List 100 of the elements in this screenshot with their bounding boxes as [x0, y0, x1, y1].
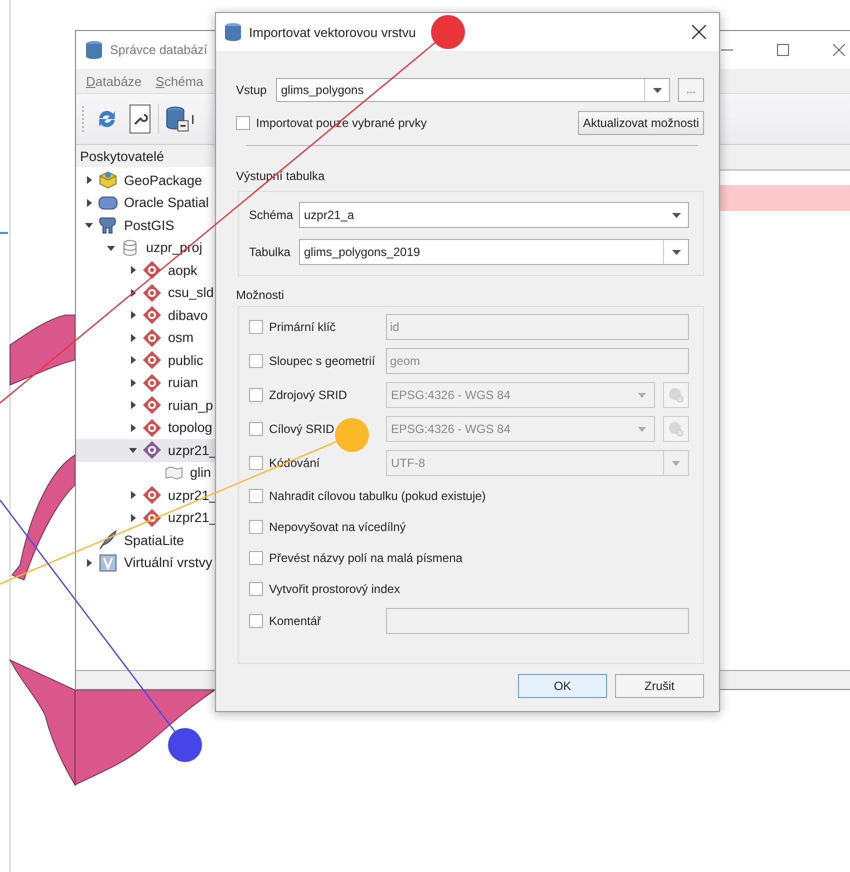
- tree-item[interactable]: PostGIS: [76, 214, 217, 236]
- expand-arrow-icon[interactable]: [128, 422, 138, 433]
- database-import-icon: [165, 105, 189, 133]
- toolbar-button[interactable]: I: [163, 103, 197, 135]
- group-title: Možnosti: [236, 288, 286, 302]
- diamond-icon: [142, 485, 162, 506]
- diamond-icon: [142, 440, 162, 460]
- expand-arrow-icon[interactable]: [128, 512, 138, 523]
- checkbox[interactable]: [249, 520, 263, 534]
- dialog-button[interactable]: Zrušit: [615, 674, 704, 698]
- dialog-title: Importovat vektorovou vrstvu: [249, 24, 416, 40]
- tree-item[interactable]: uzpr21_: [76, 506, 217, 529]
- diamond-icon: [142, 305, 162, 326]
- option-label: Převést názvy polí na malá písmena: [269, 550, 462, 564]
- diamond-icon: [142, 260, 162, 280]
- menu-item[interactable]: Databáze: [86, 74, 142, 88]
- map-polygon: [10, 314, 76, 386]
- dropdown-arrow-icon: [672, 460, 680, 466]
- dropdown-arrow-icon: [638, 392, 646, 398]
- tree-item[interactable]: osm: [76, 326, 217, 349]
- document-wrench-icon: [128, 104, 152, 134]
- diamond-icon: [142, 372, 162, 393]
- minimize-icon: [721, 49, 733, 51]
- expand-arrow-icon[interactable]: [128, 310, 138, 320]
- dialog-button[interactable]: OK: [518, 674, 607, 698]
- option-label: Nahradit cílovou tabulku (pokud existuje): [269, 488, 486, 502]
- diamond-icon: [142, 418, 162, 438]
- expand-arrow-icon[interactable]: [84, 558, 94, 568]
- window-title: Správce databází: [110, 43, 208, 57]
- dropdown-arrow-icon: [638, 426, 646, 432]
- tree-item-label: uzpr21_: [168, 510, 217, 526]
- expand-arrow-icon[interactable]: [84, 175, 94, 186]
- dropdown-arrow-icon: [672, 212, 680, 218]
- option-label: Vytvořit prostorový index: [269, 582, 400, 596]
- expand-arrow-icon[interactable]: [128, 378, 138, 388]
- tree-item[interactable]: Oracle Spatial: [76, 192, 217, 214]
- dropdown-arrow-icon: [672, 250, 680, 254]
- diamond-icon: [142, 350, 162, 370]
- tree-item-label: glin: [190, 465, 212, 480]
- diamond-icon: [142, 508, 162, 528]
- option-label: Primární klíč: [269, 320, 336, 334]
- tree-item[interactable]: dibavo: [76, 304, 217, 326]
- box-icon: [98, 170, 118, 190]
- checkbox[interactable]: [249, 550, 263, 564]
- expand-arrow-icon[interactable]: [128, 355, 138, 366]
- tree-item[interactable]: topolog: [76, 416, 217, 439]
- tree-item-label: public: [168, 352, 204, 368]
- tree-item-label: uzpr21_: [168, 442, 217, 458]
- tree-item[interactable]: Virtuální vrstvy: [76, 552, 217, 574]
- tree-item-label: ruian: [168, 375, 198, 390]
- table-dropdown[interactable]: glims_polygons_2019: [299, 239, 689, 265]
- expand-arrow-icon[interactable]: [84, 198, 94, 208]
- collapse-arrow-icon[interactable]: [84, 220, 94, 230]
- option-label: Komentář: [269, 614, 322, 628]
- tree-item-label: dibavo: [168, 308, 208, 323]
- field-label: Vstup: [236, 83, 268, 97]
- tree-item-label: Virtuální vrstvy: [124, 555, 212, 570]
- checkbox[interactable]: [249, 582, 263, 596]
- expand-arrow-icon[interactable]: [128, 265, 138, 276]
- expand-arrow-icon[interactable]: [128, 490, 138, 500]
- expand-arrow-icon[interactable]: [128, 400, 138, 410]
- tree-item[interactable]: csu_sld: [76, 282, 217, 304]
- tree-item-label: SpatiaLite: [124, 532, 184, 548]
- menu-item[interactable]: Schéma: [156, 74, 204, 88]
- tree-item[interactable]: SpatiaLite: [76, 529, 217, 552]
- close-icon: [833, 44, 845, 56]
- dropdown-arrow-icon: [652, 88, 662, 92]
- tree-item[interactable]: uzpr21_: [76, 439, 217, 462]
- tree-item-label: PostGIS: [124, 218, 174, 233]
- database-icon: [224, 22, 242, 42]
- diamond-icon: [142, 282, 162, 303]
- tree-item[interactable]: glin: [76, 462, 217, 484]
- panel-header: Poskytovatelé: [79, 148, 166, 166]
- diamond-icon: [142, 328, 162, 348]
- field-label: Schéma: [249, 208, 294, 222]
- tree-item-label: topolog: [168, 420, 212, 436]
- field-label: Tabulka: [249, 245, 292, 259]
- diamond-icon: [142, 395, 162, 416]
- browse-button[interactable]: ...: [678, 78, 704, 102]
- tree-item[interactable]: GeoPackage: [76, 169, 217, 192]
- update-options-button[interactable]: Aktualizovat možnosti: [578, 111, 704, 135]
- close-icon: [692, 25, 706, 39]
- layer-icon: [98, 552, 118, 573]
- tree-item-label: Oracle Spatial: [124, 195, 209, 210]
- tree-item[interactable]: ruian: [76, 372, 217, 394]
- expand-arrow-icon[interactable]: [128, 332, 138, 343]
- option-label: Zdrojový SRID: [269, 388, 348, 402]
- collapse-arrow-icon[interactable]: [128, 445, 138, 456]
- tree-item-label: osm: [168, 330, 194, 346]
- checkbox[interactable]: [249, 488, 263, 502]
- checkbox[interactable]: [236, 116, 250, 130]
- option-label: Cílový SRID: [269, 422, 334, 436]
- tree-item[interactable]: public: [76, 349, 217, 372]
- tree-item-label: csu_sld: [168, 285, 214, 300]
- schema-dropdown[interactable]: uzpr21_a: [299, 202, 689, 228]
- input-dropdown[interactable]: glims_polygons: [276, 78, 670, 102]
- tree-item[interactable]: aopk: [76, 259, 217, 282]
- tree-item[interactable]: ruian_p: [76, 394, 217, 416]
- expand-arrow-icon[interactable]: [128, 288, 138, 298]
- option-label: Sloupec s geometrií: [269, 354, 376, 368]
